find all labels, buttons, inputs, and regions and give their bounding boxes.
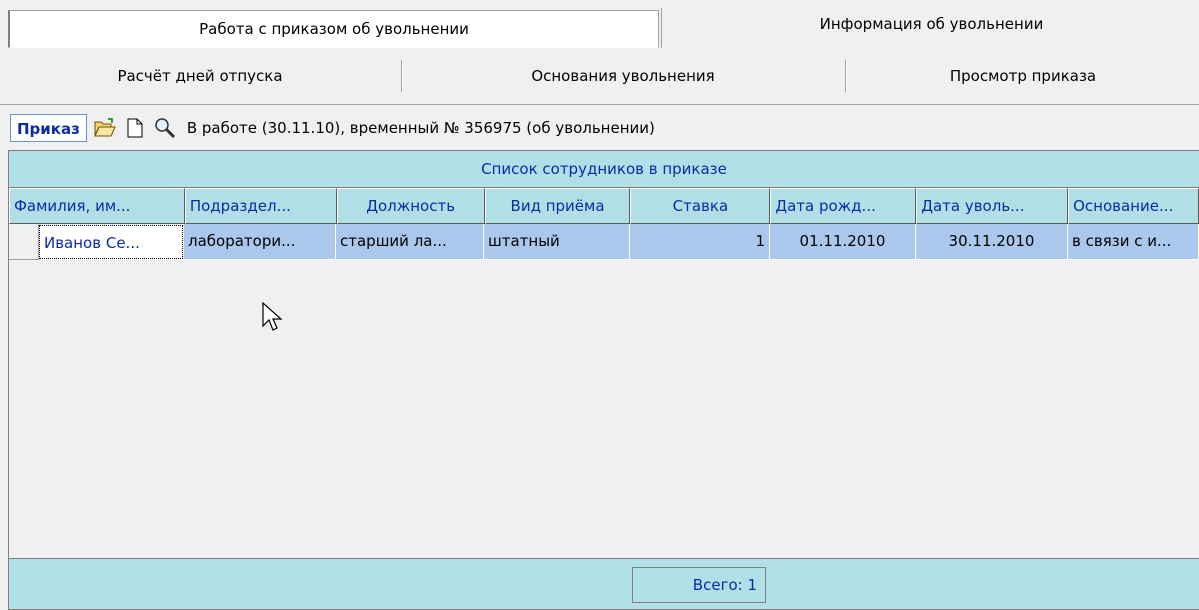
tab-label: Информация об увольнении — [819, 15, 1044, 33]
open-folder-icon[interactable] — [93, 116, 117, 140]
column-header-position[interactable]: Должность — [336, 188, 485, 224]
column-header-dismissal-date[interactable]: Дата уволь... — [916, 188, 1069, 224]
mouse-cursor-icon — [262, 301, 284, 338]
column-header-rate[interactable]: Ставка — [630, 188, 771, 224]
cell-hire-type[interactable]: штатный — [484, 224, 630, 260]
cell-department[interactable]: лаборатори... — [184, 224, 336, 260]
tab-label: Просмотр приказа — [949, 67, 1097, 85]
cell-grounds[interactable]: в связи с и... — [1068, 224, 1199, 260]
column-header-name[interactable]: Фамилия, им... — [9, 188, 185, 224]
tab-label: Работа с приказом об увольнении — [199, 20, 469, 38]
tab-dismissal-grounds[interactable]: Основания увольнения — [403, 48, 843, 104]
column-header-grounds[interactable]: Основание... — [1068, 188, 1199, 224]
cell-birth-date[interactable]: 01.11.2010 — [770, 224, 916, 260]
grid-header-row: Фамилия, им... Подраздел... Должность Ви… — [9, 188, 1199, 224]
order-label: Приказ — [10, 114, 87, 142]
tab-label: Основания увольнения — [531, 67, 715, 85]
tab-vacation-days-calc[interactable]: Расчёт дней отпуска — [0, 48, 400, 104]
search-icon[interactable] — [153, 116, 177, 140]
column-header-hire-type[interactable]: Вид приёма — [484, 188, 631, 224]
tab-label: Расчёт дней отпуска — [117, 67, 283, 85]
tab-separator — [845, 60, 846, 92]
new-document-icon[interactable] — [123, 116, 147, 140]
tab-order-preview[interactable]: Просмотр приказа — [847, 48, 1199, 104]
table-row[interactable]: Иванов Се... лаборатори... старший ла...… — [9, 224, 1199, 260]
cell-rate[interactable]: 1 — [630, 224, 770, 260]
cell-name[interactable]: Иванов Се... — [39, 225, 183, 259]
column-header-department[interactable]: Подраздел... — [184, 188, 337, 224]
order-toolbar: Приказ В работе (30.11.10), временный № … — [10, 112, 1199, 144]
cell-position[interactable]: старший ла... — [336, 224, 484, 260]
grid-footer: Всего: 1 — [9, 558, 1199, 609]
main-tab-strip: Работа с приказом об увольнении Информац… — [0, 0, 1199, 48]
cell-dismissal-date[interactable]: 30.11.2010 — [916, 224, 1068, 260]
order-status-text: В работе (30.11.10), временный № 356975 … — [186, 119, 655, 137]
grid-caption: Список сотрудников в приказе — [9, 151, 1199, 188]
sub-tab-strip: Расчёт дней отпуска Основания увольнения… — [0, 48, 1199, 105]
employees-grid: Список сотрудников в приказе Фамилия, им… — [8, 150, 1199, 610]
row-indicator — [9, 224, 39, 260]
tab-dismissal-order-work[interactable]: Работа с приказом об увольнении — [8, 10, 659, 48]
total-count: Всего: 1 — [632, 567, 766, 603]
tab-separator — [401, 60, 402, 92]
tab-dismissal-info[interactable]: Информация об увольнении — [664, 0, 1199, 48]
column-header-birth-date[interactable]: Дата рожд... — [770, 188, 917, 224]
